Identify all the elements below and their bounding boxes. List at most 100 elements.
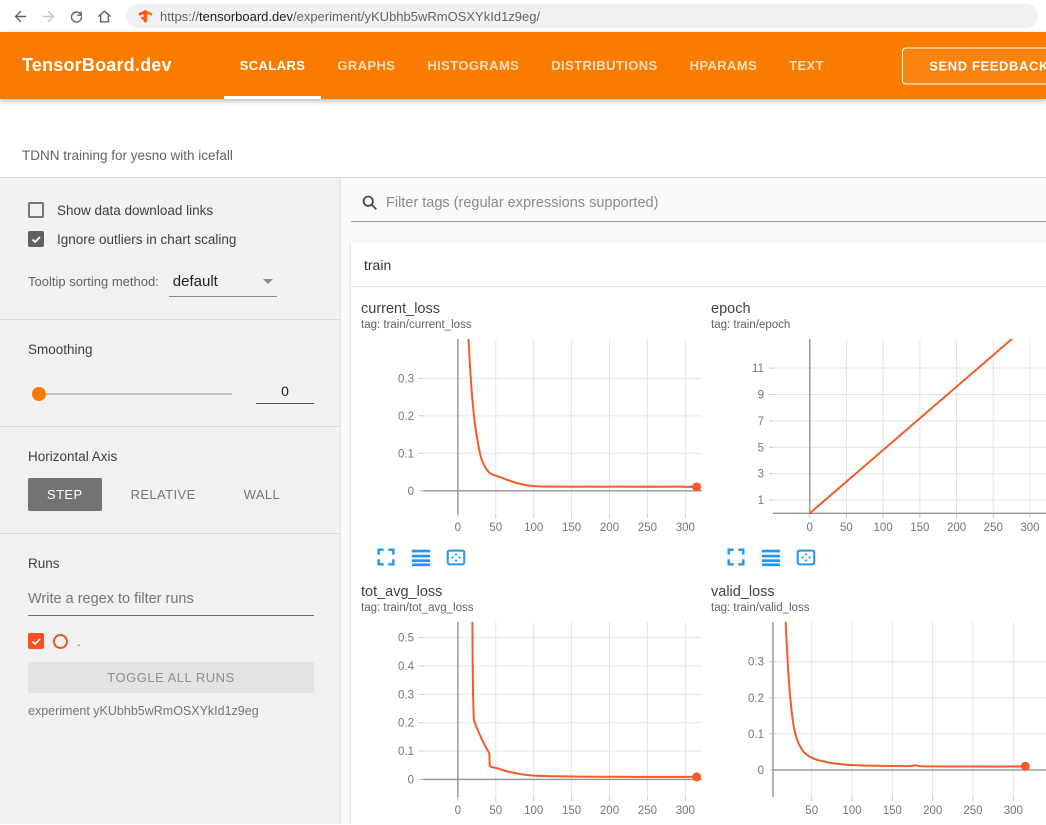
ignore-outliers-checkbox[interactable]: Ignore outliers in chart scaling (28, 231, 314, 247)
section-title[interactable]: train (351, 242, 1046, 287)
browser-chrome: https://tensorboard.dev/experiment/yKUbh… (0, 0, 1046, 32)
chevron-down-icon (263, 279, 273, 284)
expand-icon[interactable] (725, 546, 747, 568)
tooltip-sorting-label: Tooltip sorting method: (28, 274, 159, 289)
svg-text:0.2: 0.2 (398, 718, 414, 730)
slider-thumb[interactable] (32, 387, 46, 401)
toggle-all-runs-button[interactable]: TOGGLE ALL RUNS (28, 662, 314, 693)
tab-graphs[interactable]: GRAPHS (321, 32, 411, 99)
svg-text:0.5: 0.5 (398, 633, 414, 645)
axis-option-relative[interactable]: RELATIVE (112, 478, 215, 511)
svg-text:250: 250 (984, 522, 1003, 534)
search-icon (361, 194, 378, 211)
svg-text:5: 5 (758, 442, 764, 454)
checkbox-checked-icon[interactable] (28, 231, 44, 247)
svg-text:200: 200 (600, 805, 619, 817)
tab-hparams[interactable]: HPARAMS (674, 32, 774, 99)
chart-title: tot_avg_loss (361, 584, 711, 600)
smoothing-label: Smoothing (28, 342, 314, 357)
chart-tag: tag: train/current_loss (361, 319, 711, 331)
tab-distributions[interactable]: DISTRIBUTIONS (535, 32, 673, 99)
line-chart[interactable]: 05010015020025030000.10.20.3 (361, 333, 709, 540)
smoothing-value[interactable]: 0 (256, 383, 314, 404)
forward-button[interactable] (36, 4, 60, 28)
main-nav: SCALARS GRAPHS HISTOGRAMS DISTRIBUTIONS … (224, 32, 840, 99)
reload-button[interactable] (64, 4, 88, 28)
show-download-links-label: Show data download links (57, 203, 213, 218)
svg-text:0: 0 (807, 522, 813, 534)
run-name: . (77, 634, 81, 649)
svg-text:0: 0 (408, 486, 414, 498)
svg-text:300: 300 (676, 805, 695, 817)
tab-histograms[interactable]: HISTOGRAMS (411, 32, 535, 99)
log-scale-icon[interactable] (760, 546, 782, 568)
svg-text:0: 0 (455, 522, 461, 534)
tab-text[interactable]: TEXT (773, 32, 840, 99)
url-text: https://tensorboard.dev/experiment/yKUbh… (160, 9, 540, 24)
svg-text:100: 100 (842, 805, 861, 817)
line-chart[interactable]: 5010015020025030000.10.20.3 (711, 616, 1046, 823)
axis-option-step[interactable]: STEP (28, 478, 102, 511)
svg-text:0.1: 0.1 (398, 448, 414, 460)
svg-text:250: 250 (638, 522, 657, 534)
show-download-links-checkbox[interactable]: Show data download links (28, 202, 314, 218)
chart-epoch: epoch tag: train/epoch 05010015020025030… (711, 301, 1046, 568)
chart-tot-avg-loss: tot_avg_loss tag: train/tot_avg_loss 0 50… (361, 584, 711, 824)
address-bar[interactable]: https://tensorboard.dev/experiment/yKUbh… (126, 4, 1038, 28)
chart-tag: tag: train/valid_loss (711, 602, 1046, 614)
svg-text:50: 50 (489, 522, 502, 534)
svg-text:300: 300 (676, 522, 695, 534)
svg-text:0.2: 0.2 (398, 411, 414, 423)
fit-domain-icon[interactable] (445, 546, 467, 568)
expand-icon[interactable] (375, 546, 397, 568)
send-feedback-button[interactable]: SEND FEEDBACK (902, 47, 1046, 84)
tooltip-sorting-select[interactable]: default (169, 273, 277, 297)
svg-text:200: 200 (947, 522, 966, 534)
back-button[interactable] (8, 4, 32, 28)
svg-text:150: 150 (910, 522, 929, 534)
axis-option-wall[interactable]: WALL (225, 478, 300, 511)
svg-text:200: 200 (600, 522, 619, 534)
svg-text:100: 100 (874, 522, 893, 534)
run-row[interactable]: . (28, 633, 314, 649)
ignore-outliers-label: Ignore outliers in chart scaling (57, 232, 236, 247)
home-button[interactable] (92, 4, 116, 28)
line-chart[interactable]: 05010015020025030000.10.20.30.40.5 (361, 616, 709, 823)
svg-text:0.3: 0.3 (398, 689, 414, 701)
chart-valid-loss: valid_loss tag: train/valid_loss 5010015… (711, 584, 1046, 824)
line-chart[interactable]: 0501001502002503001357911 (711, 333, 1046, 540)
chart-title: epoch (711, 301, 1046, 317)
svg-text:50: 50 (489, 805, 502, 817)
svg-text:100: 100 (524, 522, 543, 534)
charts-grid: current_loss tag: train/current_loss 050… (351, 287, 1046, 824)
smoothing-slider-row: 0 (28, 383, 314, 404)
svg-text:50: 50 (840, 522, 853, 534)
run-checkbox[interactable] (28, 633, 44, 649)
tag-filter-input[interactable] (386, 195, 1046, 211)
chart-tag: tag: train/tot_avg_loss (361, 602, 711, 614)
experiment-bar: TDNN training for yesno with icefall (0, 99, 1046, 178)
run-color-icon (53, 634, 68, 649)
tag-filter-row (351, 190, 1046, 222)
log-scale-icon[interactable] (410, 546, 432, 568)
runs-label: Runs (28, 556, 314, 571)
runs-filter-input[interactable] (28, 587, 314, 616)
svg-text:0.2: 0.2 (748, 693, 764, 705)
checkbox-unchecked-icon[interactable] (28, 202, 44, 218)
fit-domain-icon[interactable] (795, 546, 817, 568)
divider (0, 533, 340, 534)
svg-text:0.1: 0.1 (398, 746, 414, 758)
smoothing-slider[interactable] (34, 393, 232, 395)
tab-scalars[interactable]: SCALARS (224, 32, 322, 99)
svg-text:100: 100 (524, 805, 543, 817)
experiment-title: TDNN training for yesno with icefall (22, 148, 233, 163)
tensorboard-favicon (138, 9, 153, 24)
svg-text:300: 300 (1004, 805, 1023, 817)
divider (0, 319, 340, 320)
svg-text:3: 3 (758, 469, 764, 481)
dashboard-main: train current_loss tag: train/current_lo… (341, 178, 1046, 824)
svg-text:0.1: 0.1 (748, 729, 764, 741)
svg-text:0: 0 (408, 774, 414, 786)
svg-text:9: 9 (758, 389, 764, 401)
train-section-card: train current_loss tag: train/current_lo… (351, 242, 1046, 824)
